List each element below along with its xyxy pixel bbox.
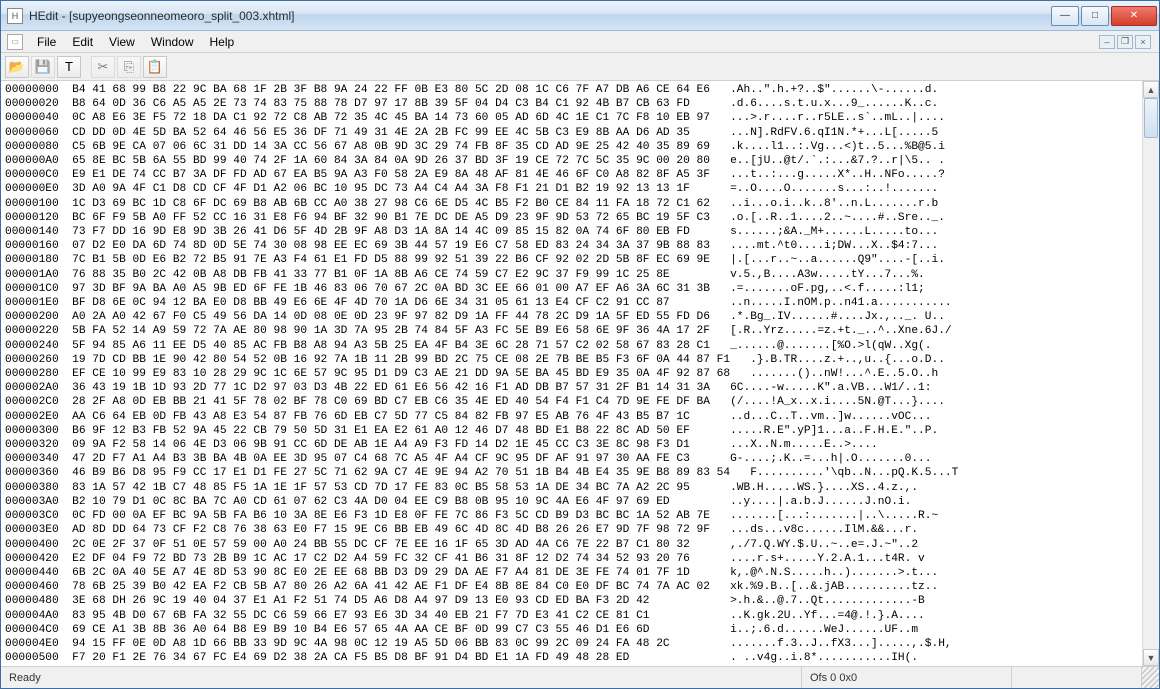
app-window: H HEdit - [supyeongseonneomeoro_split_00… bbox=[0, 0, 1160, 689]
hex-row[interactable]: 00000480 3E 68 DH 26 9C 19 40 04 37 E1 A… bbox=[5, 594, 1140, 608]
menu-window[interactable]: Window bbox=[143, 33, 202, 51]
hex-row[interactable]: 000001A0 76 88 35 B0 2C 42 0B A8 DB FB 4… bbox=[5, 268, 1140, 282]
copy-button[interactable]: ⎘ bbox=[117, 56, 141, 78]
hex-row[interactable]: 00000060 CD DD 0D 4E 5D BA 52 64 46 56 E… bbox=[5, 126, 1140, 140]
hex-row[interactable]: 00000260 19 7D CD BB 1E 90 42 80 54 52 0… bbox=[5, 353, 1140, 367]
hex-row[interactable]: 00000440 6B 2C 0A 40 5E A7 4E 8D 53 90 8… bbox=[5, 566, 1140, 580]
hex-row[interactable]: 000003E0 AD 8D DD 64 73 CF F2 C8 76 38 6… bbox=[5, 523, 1140, 537]
hex-row[interactable]: 00000300 B6 9F 12 B3 FB 52 9A 45 22 CB 7… bbox=[5, 424, 1140, 438]
mdi-controls: – ❐ × bbox=[1099, 35, 1155, 49]
hex-row[interactable]: 00000120 BC 6F F9 5B A0 FF 52 CC 16 31 E… bbox=[5, 211, 1140, 225]
status-ready: Ready bbox=[1, 667, 801, 688]
content-area: 00000000 B4 41 68 99 B8 22 9C BA 68 1F 2… bbox=[1, 81, 1159, 666]
hex-row[interactable]: 00000020 B8 64 0D 36 C6 A5 A5 2E 73 74 8… bbox=[5, 97, 1140, 111]
titlebar[interactable]: H HEdit - [supyeongseonneomeoro_split_00… bbox=[1, 1, 1159, 31]
hex-row[interactable]: 000000C0 E9 E1 DE 74 CC B7 3A DF FD AD 6… bbox=[5, 168, 1140, 182]
open-button[interactable]: 📂 bbox=[5, 56, 29, 78]
hex-row[interactable]: 00000320 09 9A F2 58 14 06 4E D3 06 9B 9… bbox=[5, 438, 1140, 452]
resize-grip[interactable] bbox=[1141, 667, 1159, 688]
hex-row[interactable]: 00000420 E2 DF 04 F9 72 BD 73 2B B9 1C A… bbox=[5, 552, 1140, 566]
hex-row[interactable]: 000004E0 94 15 FF 0E 0D A8 1D 66 BB 33 9… bbox=[5, 637, 1140, 651]
minimize-button[interactable]: — bbox=[1051, 6, 1079, 26]
mdi-minimize-button[interactable]: – bbox=[1099, 35, 1115, 49]
hex-row[interactable]: 000003A0 B2 10 79 D1 0C 8C BA 7C A0 CD 6… bbox=[5, 495, 1140, 509]
hex-row[interactable]: 00000340 47 2D F7 A1 A4 B3 3B BA 4B 0A E… bbox=[5, 452, 1140, 466]
hex-row[interactable]: 000001E0 BF D8 6E 0C 94 12 BA E0 D8 BB 4… bbox=[5, 296, 1140, 310]
hex-row[interactable]: 00000460 78 6B 25 39 B0 42 EA F2 CB 5B A… bbox=[5, 580, 1140, 594]
hex-row[interactable]: 00000140 73 F7 DD 16 9D E8 9D 3B 26 41 D… bbox=[5, 225, 1140, 239]
hex-row[interactable]: 00000400 2C 0E 2F 37 0F 51 0E 57 59 00 A… bbox=[5, 538, 1140, 552]
vertical-scrollbar[interactable]: ▲ ▼ bbox=[1142, 81, 1159, 666]
menu-view[interactable]: View bbox=[101, 33, 143, 51]
mdi-restore-button[interactable]: ❐ bbox=[1117, 35, 1133, 49]
hex-row[interactable]: 00000160 07 D2 E0 DA 6D 74 8D 0D 5E 74 3… bbox=[5, 239, 1140, 253]
paste-button[interactable]: 📋 bbox=[143, 56, 167, 78]
hex-row[interactable]: 000001C0 97 3D BF 9A BA A0 A5 9B ED 6F F… bbox=[5, 282, 1140, 296]
hex-row[interactable]: 00000220 5B FA 52 14 A9 59 72 7A AE 80 9… bbox=[5, 324, 1140, 338]
menubar: ▭ File Edit View Window Help – ❐ × bbox=[1, 31, 1159, 53]
scroll-down-button[interactable]: ▼ bbox=[1143, 649, 1159, 666]
hex-row[interactable]: 000000E0 3D A0 9A 4F C1 D8 CD CF 4F D1 A… bbox=[5, 182, 1140, 196]
hex-row[interactable]: 00000380 83 1A 57 42 1B C7 48 85 F5 1A 1… bbox=[5, 481, 1140, 495]
hex-row[interactable]: 00000240 5F 94 85 A6 11 EE D5 40 85 AC F… bbox=[5, 339, 1140, 353]
save-button[interactable]: 💾 bbox=[31, 56, 55, 78]
close-button[interactable]: ✕ bbox=[1111, 6, 1157, 26]
menu-edit[interactable]: Edit bbox=[64, 33, 101, 51]
maximize-button[interactable]: □ bbox=[1081, 6, 1109, 26]
hex-row[interactable]: 00000080 C5 6B 9E CA 07 06 6C 31 DD 14 3… bbox=[5, 140, 1140, 154]
hex-row[interactable]: 000002C0 28 2F A8 0D EB BB 21 41 5F 78 0… bbox=[5, 395, 1140, 409]
hex-row[interactable]: 000000A0 65 8E BC 5B 6A 55 BD 99 40 74 2… bbox=[5, 154, 1140, 168]
hex-row[interactable]: 00000000 B4 41 68 99 B8 22 9C BA 68 1F 2… bbox=[5, 83, 1140, 97]
mdi-doc-icon: ▭ bbox=[7, 34, 23, 50]
cut-button[interactable]: ✂ bbox=[91, 56, 115, 78]
hex-row[interactable]: 000004A0 83 95 4B D0 67 6B FA 32 55 DC C… bbox=[5, 609, 1140, 623]
hex-row[interactable]: 00000040 0C A8 E6 3E F5 72 18 DA C1 92 7… bbox=[5, 111, 1140, 125]
text-toggle-button[interactable]: T bbox=[57, 56, 81, 78]
hex-row[interactable]: 00000280 EF CE 10 99 E9 83 10 28 29 9C 1… bbox=[5, 367, 1140, 381]
statusbar: Ready Ofs 0 0x0 bbox=[1, 666, 1159, 688]
hex-row[interactable]: 000003C0 0C FD 00 0A EF BC 9A 5B FA B6 1… bbox=[5, 509, 1140, 523]
hex-row[interactable]: 00000500 F7 20 F1 2E 76 34 67 FC E4 69 D… bbox=[5, 651, 1140, 665]
scroll-up-button[interactable]: ▲ bbox=[1143, 81, 1159, 98]
hex-row[interactable]: 00000100 1C D3 69 BC 1D C8 6F DC 69 B8 A… bbox=[5, 197, 1140, 211]
hex-row[interactable]: 00000200 A0 2A A0 42 67 F0 C5 49 56 DA 1… bbox=[5, 310, 1140, 324]
hex-row[interactable]: 00000180 7C B1 5B 0D E6 B2 72 B5 91 7E A… bbox=[5, 253, 1140, 267]
hex-row[interactable]: 000002A0 36 43 19 1B 1D 93 2D 77 1C D2 9… bbox=[5, 381, 1140, 395]
scroll-thumb[interactable] bbox=[1144, 98, 1158, 138]
app-icon: H bbox=[7, 8, 23, 24]
window-controls: — □ ✕ bbox=[1049, 6, 1157, 26]
hex-view[interactable]: 00000000 B4 41 68 99 B8 22 9C BA 68 1F 2… bbox=[1, 81, 1142, 666]
status-offset: Ofs 0 0x0 bbox=[801, 667, 1011, 688]
window-title: HEdit - [supyeongseonneomeoro_split_003.… bbox=[29, 9, 1049, 23]
menu-file[interactable]: File bbox=[29, 33, 64, 51]
toolbar: 📂 💾 T ✂ ⎘ 📋 bbox=[1, 53, 1159, 81]
hex-row[interactable]: 00000360 46 B9 B6 D8 95 F9 CC 17 E1 D1 F… bbox=[5, 466, 1140, 480]
status-empty bbox=[1011, 667, 1141, 688]
hex-row[interactable]: 000004C0 69 CE A1 3B 8B 36 A0 64 B8 E9 B… bbox=[5, 623, 1140, 637]
hex-row[interactable]: 000002E0 AA C6 64 EB 0D FB 43 A8 E3 54 8… bbox=[5, 410, 1140, 424]
scroll-track[interactable] bbox=[1143, 98, 1159, 649]
menu-help[interactable]: Help bbox=[202, 33, 243, 51]
mdi-close-button[interactable]: × bbox=[1135, 35, 1151, 49]
